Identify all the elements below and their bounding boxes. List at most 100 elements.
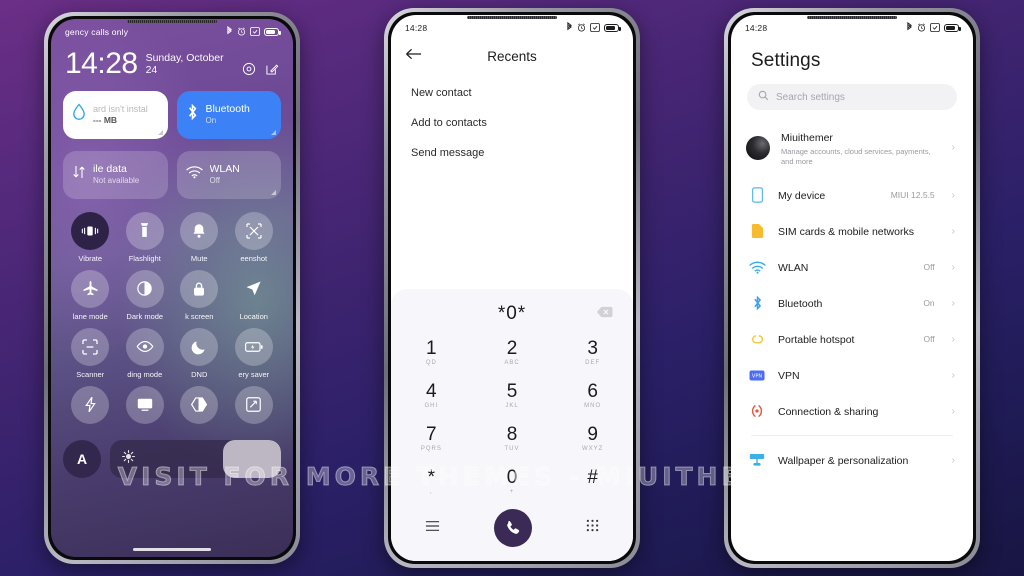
row-value: MIUI 12.5.5 [890,190,935,201]
toggle-battery-saver[interactable]: ery saver [227,327,282,379]
key-3[interactable]: 3 DEF [552,331,633,374]
search-input[interactable]: Search settings [776,92,845,103]
alarm-icon [577,23,586,34]
toggle-airplane-mode[interactable]: lane mode [63,269,118,321]
row-label-wrap: SIM cards & mobile networks [778,222,923,240]
settings-row-account[interactable]: Miuithemer Manage accounts, cloud servic… [731,118,973,177]
phone2-screen: 14:28 Recents New contact Add to contact… [391,15,633,561]
key-0[interactable]: 0 + [472,460,553,503]
bell-icon [180,211,219,250]
settings-row-sim-cards[interactable]: SIM cards & mobile networks › [731,213,973,249]
svg-text:VPN: VPN [752,373,762,379]
key-letters: QD [425,359,437,366]
connection-icon [748,402,766,420]
auto-brightness-button[interactable]: A [63,439,101,478]
battery-icon [264,28,281,36]
flashlight-icon [125,211,164,250]
tile-mobile-data[interactable]: ile data Not available [63,150,168,199]
key-1[interactable]: 1 QD [391,331,472,374]
account-sub: Manage accounts, cloud services, payment… [781,147,931,167]
toggle-mute[interactable]: Mute [172,211,227,263]
toggle-dnd[interactable]: DND [172,327,227,379]
toggle-dark-mode[interactable]: Dark mode [118,269,173,321]
key-digit: 3 [587,337,598,359]
chevron-right-icon: › [951,261,955,273]
toggle-rotate[interactable] [227,385,282,428]
chevron-right-icon: › [951,454,955,466]
key-8[interactable]: 8 TUV [472,417,553,460]
dialpad-icon[interactable] [586,519,599,537]
location-icon [235,270,273,308]
menu-item-new-contact[interactable]: New contact [407,78,617,108]
toggle-reading-mode[interactable]: ding mode [118,327,173,379]
lock-icon [180,269,219,308]
toggle-lock-screen[interactable]: k screen [172,269,227,321]
settings-row-wallpaper[interactable]: Wallpaper & personalization › [731,442,973,478]
tile-title: ile data [93,163,127,176]
wifi-icon [185,165,203,184]
menu-item-add-to-contacts[interactable]: Add to contacts [407,108,617,138]
toggle-vibrate[interactable]: Vibrate [63,211,118,263]
backspace-icon[interactable] [596,305,613,323]
tile-bluetooth-text: Bluetooth On [206,103,250,125]
toggle-lightning[interactable] [63,385,118,428]
toggle-label: DND [191,369,208,379]
vpn-icon: VPN [748,366,766,384]
settings-row-portable-hotspot[interactable]: Portable hotspot Off › [731,321,973,357]
battery-saver-icon [234,327,273,366]
toggle-location[interactable]: Location [227,270,282,321]
screenshot-icon [590,22,600,34]
header-actions [242,62,279,79]
key-7[interactable]: 7 PQRS [391,417,472,460]
toggle-flashlight[interactable]: Flashlight [118,211,173,263]
key-digit: 2 [506,337,518,359]
tile-mobile-data-text: ile data Not available [93,163,139,185]
brightness-slider[interactable] [110,439,281,478]
menu-icon[interactable] [425,519,440,537]
clock-row: 14:28 Sunday, October 24 [63,38,281,79]
settings-row-bluetooth[interactable]: Bluetooth On › [731,285,973,321]
bluetooth-icon [906,21,913,34]
key-letters: + [509,488,515,495]
tile-data-usage[interactable]: ard isn't instal --- MB [63,90,168,139]
key-5[interactable]: 5 JKL [472,374,553,417]
clock-date: Sunday, October 24 [145,51,224,76]
search-settings-bar[interactable]: Search settings [747,84,957,110]
call-button[interactable] [494,509,532,547]
settings-row-my-device[interactable]: My device MIUI 12.5.5 › [731,177,973,213]
menu-item-send-message[interactable]: Send message [407,138,617,168]
toggle-label: Location [239,311,268,321]
wallpaper-icon [748,451,766,469]
device-icon [748,186,766,204]
row-label-wrap: Portable hotspot [778,330,911,348]
toggle-cast[interactable] [118,385,173,428]
status-icons [226,25,281,38]
airplane-icon [71,269,110,308]
key-2[interactable]: 2 ABC [472,331,553,374]
key-4[interactable]: 4 GHI [391,374,472,417]
key-digit: * [427,466,436,488]
key-9[interactable]: 9 WXYZ [552,417,633,460]
screenshot-icon [250,26,260,38]
toggle-scanner[interactable]: Scanner [63,327,118,379]
toggle-screenshot[interactable]: eenshot [227,211,282,263]
status-icons [906,21,961,34]
settings-gear-icon[interactable] [242,62,256,76]
tile-bluetooth[interactable]: Bluetooth On [176,90,281,139]
moon-icon [180,327,219,366]
key-hash[interactable]: # [552,460,633,503]
toggle-theme[interactable] [172,385,227,428]
settings-row-vpn[interactable]: VPN VPN › [731,357,973,393]
row-label: VPN [778,370,800,383]
settings-row-connection-sharing[interactable]: Connection & sharing › [731,393,973,429]
tile-wlan[interactable]: WLAN Off [176,150,281,199]
key-digit: 5 [506,380,518,402]
auto-brightness-label: A [76,450,88,467]
row-label: Wallpaper & personalization [778,455,909,468]
chevron-right-icon: › [951,333,955,345]
key-6[interactable]: 6 MNO [552,374,633,417]
edit-icon[interactable] [265,62,279,76]
key-star[interactable]: *, [391,460,472,503]
settings-row-wlan[interactable]: WLAN Off › [731,249,973,285]
dialer-header: Recents [391,34,633,68]
